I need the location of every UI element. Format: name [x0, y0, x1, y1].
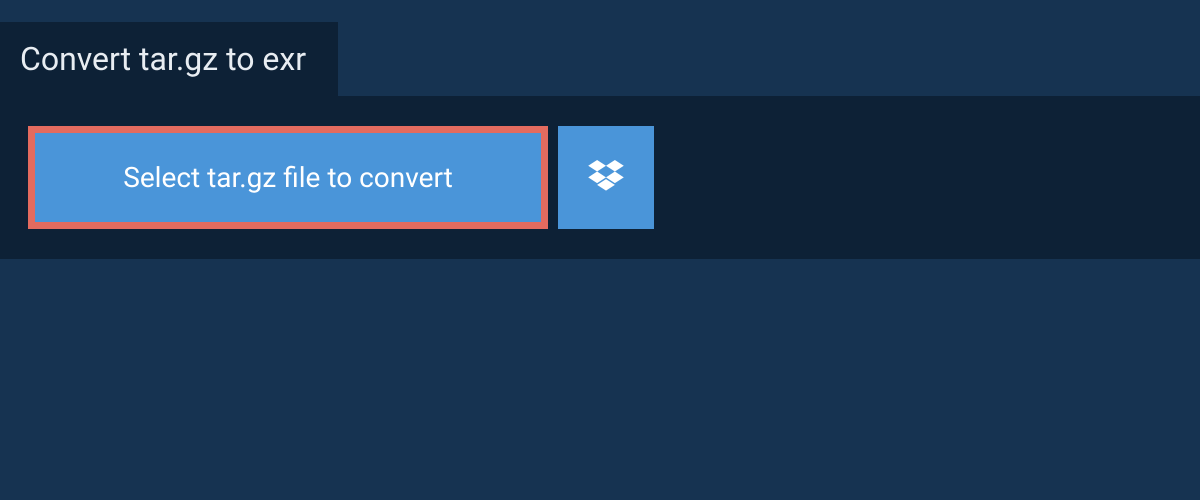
page-title: Convert tar.gz to exr	[20, 40, 306, 78]
dropbox-icon	[588, 160, 624, 196]
button-row: Select tar.gz file to convert	[28, 126, 1172, 229]
dropbox-button[interactable]	[558, 126, 654, 229]
select-file-label: Select tar.gz file to convert	[123, 161, 453, 194]
tab-header: Convert tar.gz to exr	[0, 22, 338, 96]
select-file-button[interactable]: Select tar.gz file to convert	[28, 126, 548, 229]
upload-panel: Select tar.gz file to convert	[0, 96, 1200, 259]
